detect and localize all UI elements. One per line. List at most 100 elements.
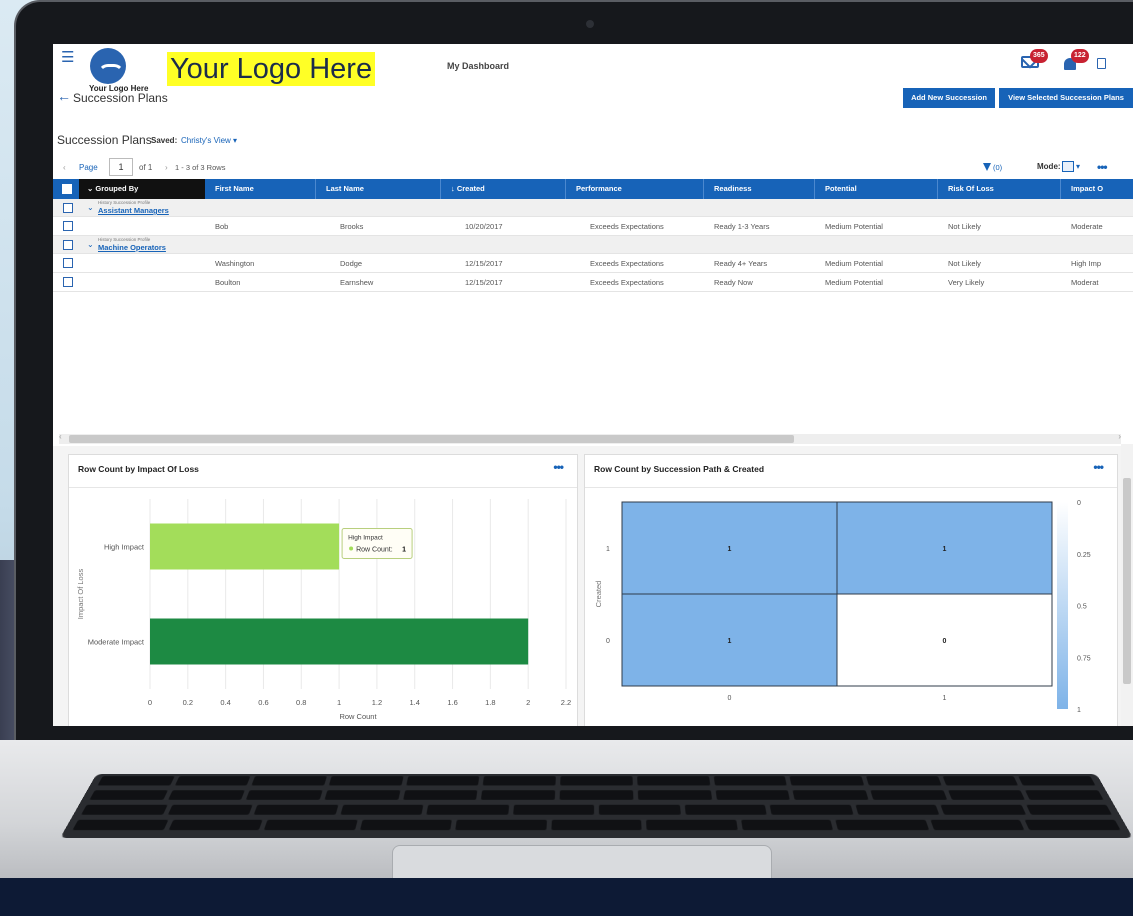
col-risk-of-loss[interactable]: Risk Of Loss [938,179,1061,199]
cell-first-name: Boulton [215,278,241,287]
more-options-icon[interactable]: ••• [553,460,564,474]
group-name-link[interactable]: Machine Operators [98,243,166,252]
x-tick-label: 2.2 [561,698,571,707]
cell-first-name: Washington [215,259,255,268]
horizontal-scrollbar[interactable]: ‹ › [59,432,1121,444]
col-readiness[interactable]: Readiness [704,179,815,199]
col-performance[interactable]: Performance [566,179,704,199]
y-tick-label: 1 [606,546,610,553]
y-tick-label: High Impact [104,543,145,552]
cell-performance: Exceeds Expectations [590,259,664,268]
cell-performance: Exceeds Expectations [590,278,664,287]
scale-tick-label: 0 [1077,500,1081,507]
keyboard [60,773,1133,838]
prev-page-icon[interactable]: ‹ [63,163,66,172]
y-axis-label: Impact Of Loss [76,569,85,620]
table-row[interactable]: Washington Dodge 12/15/2017 Exceeds Expe… [53,254,1133,273]
x-tick-label: 0.2 [183,698,193,707]
saved-view-dropdown[interactable]: Christy's View ▾ [181,136,237,145]
vertical-scroll-thumb[interactable] [1123,478,1131,684]
group-row[interactable]: ⌄ History Succession Profile Assistant M… [53,199,1133,217]
app-header: ☰ Your Logo Here Your Logo Here My Dashb… [53,44,1133,122]
heatmap-value: 0 [943,638,947,645]
document-icon[interactable] [1097,58,1106,69]
x-tick-label: 1 [337,698,341,707]
filter-count: (0) [993,163,1003,172]
col-created[interactable]: ↓ Created [441,179,566,199]
grouped-by-header[interactable]: ⌄ Grouped By [79,179,205,199]
nav-my-dashboard[interactable]: My Dashboard [447,61,509,71]
x-axis-label: Row Count [339,712,377,721]
row-checkbox[interactable] [63,221,73,231]
back-arrow-icon[interactable]: ← [57,88,71,104]
color-scale-bar [1057,502,1068,709]
scale-tick-label: 0.25 [1077,552,1091,559]
x-tick-label: 0 [148,698,152,707]
row-checkbox[interactable] [63,203,73,213]
mail-badge: 365 [1030,49,1048,63]
notification-badge: 122 [1071,49,1089,63]
cell-potential: Medium Potential [825,278,883,287]
heatmap-value: 1 [943,546,947,553]
x-tick-label: 2 [526,698,530,707]
cell-created: 12/15/2017 [465,259,503,268]
table-row[interactable]: Boulton Earnshew 12/15/2017 Exceeds Expe… [53,273,1133,292]
cell-impact-of-loss: Moderate [1071,222,1103,231]
horizontal-scroll-thumb[interactable] [69,435,794,443]
scroll-right-icon[interactable]: › [1118,432,1121,441]
y-tick-label: 0 [606,638,610,645]
cell-impact-of-loss: High Imp [1071,259,1102,268]
col-first-name[interactable]: First Name [205,179,316,199]
more-options-icon[interactable]: ••• [1097,160,1108,174]
view-selected-succession-plans-button[interactable]: View Selected Succession Plans [999,88,1133,108]
filter-icon[interactable] [983,163,991,171]
grouped-by-label: Grouped By [95,184,139,193]
group-sub-label: History Succession Profile [98,237,151,242]
col-impact-of-loss[interactable]: Impact O [1061,179,1133,199]
view-title: Succession Plans [57,133,152,147]
logo-icon [90,48,126,84]
row-checkbox[interactable] [63,258,73,268]
cell-last-name: Earnshew [340,278,374,287]
mode-caret-icon[interactable]: ▾ [1076,162,1080,171]
x-tick-label: 0.4 [220,698,230,707]
next-page-icon[interactable]: › [165,163,168,172]
page-of-label: of 1 [139,163,153,172]
logo-banner: Your Logo Here [167,52,376,86]
cell-performance: Exceeds Expectations [590,222,664,231]
y-tick-label: Moderate Impact [88,638,145,647]
tooltip-title: High Impact [348,535,383,542]
scroll-left-icon[interactable]: ‹ [59,432,62,441]
chart-title: Row Count by Impact Of Loss [78,464,199,474]
more-options-icon[interactable]: ••• [1093,460,1104,474]
page-input[interactable]: 1 [109,158,133,176]
vertical-scrollbar[interactable] [1121,444,1133,726]
chevron-down-icon[interactable]: ⌄ [87,240,94,249]
grid-header: ⌄ Grouped By First Name Last Name ↓ Crea… [53,179,1133,199]
cell-last-name: Brooks [340,222,364,231]
group-row[interactable]: ⌄ History Succession Profile Machine Ope… [53,236,1133,254]
col-potential[interactable]: Potential [815,179,938,199]
x-tick-label: 1.8 [485,698,495,707]
select-all-checkbox[interactable] [62,184,72,194]
x-tick-label: 1.2 [372,698,382,707]
row-checkbox[interactable] [63,277,73,287]
cell-risk-of-loss: Very Likely [948,278,985,287]
tooltip-box [341,528,413,559]
cell-last-name: Dodge [340,259,363,268]
cell-potential: Medium Potential [825,259,883,268]
cell-created: 10/20/2017 [465,222,503,231]
group-name-link[interactable]: Assistant Managers [98,206,169,215]
row-checkbox[interactable] [63,240,73,250]
chevron-down-icon[interactable]: ⌄ [87,203,94,212]
heatmap-value: 1 [728,546,732,553]
cell-readiness: Ready 4+ Years [714,259,768,268]
add-succession-plans-button[interactable]: Add New Succession Plans [903,88,995,122]
mode-icon[interactable] [1062,161,1074,172]
menu-icon[interactable]: ☰ [61,50,75,65]
table-row[interactable]: Bob Brooks 10/20/2017 Exceeds Expectatio… [53,217,1133,236]
col-last-name[interactable]: Last Name [316,179,441,199]
trackpad [392,845,772,880]
x-tick-label: 1 [943,695,947,702]
x-tick-label: 1.4 [410,698,420,707]
